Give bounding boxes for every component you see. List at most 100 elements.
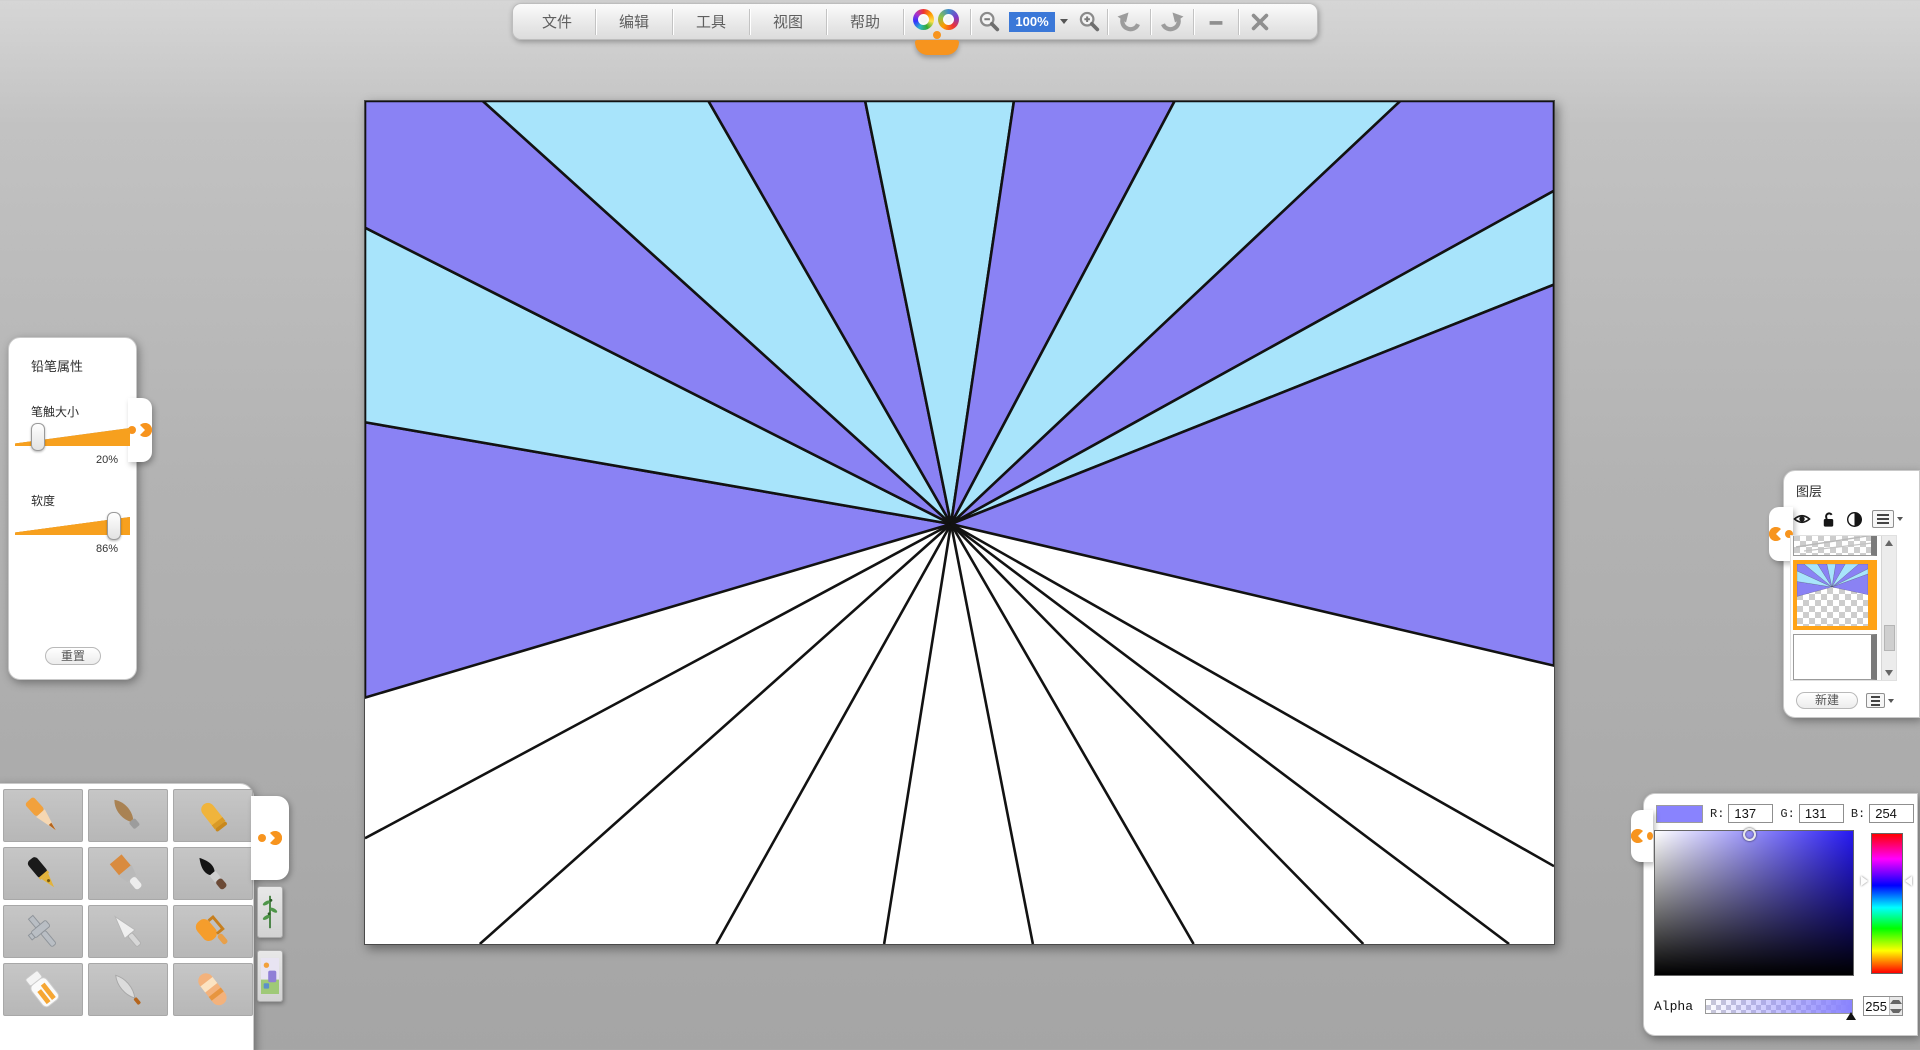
- app-window: { "toolbar": { "menus": ["文件", "编辑", "工具…: [0, 0, 1920, 1050]
- tool-flat-brush[interactable]: [88, 847, 168, 900]
- clown-left-eye-icon: [913, 9, 934, 30]
- layer-thumbnail-background[interactable]: [1793, 634, 1877, 680]
- alpha-marker-icon[interactable]: [1846, 1012, 1856, 1020]
- tool-ink-brush[interactable]: [173, 847, 253, 900]
- zoom-out-button[interactable]: [971, 6, 1007, 38]
- new-layer-button[interactable]: 新建: [1796, 692, 1858, 709]
- alpha-label: Alpha: [1654, 999, 1693, 1014]
- tool-palette-knife[interactable]: [88, 905, 168, 958]
- menu-help[interactable]: 帮助: [827, 7, 903, 37]
- pencil-tool-icon: [20, 793, 66, 839]
- green-input[interactable]: 131: [1799, 804, 1844, 823]
- saturation-value-picker[interactable]: [1654, 830, 1854, 976]
- redo-button[interactable]: [1151, 6, 1193, 38]
- menu-file[interactable]: 文件: [519, 7, 595, 37]
- clown-nose-icon: [933, 31, 941, 39]
- blue-input[interactable]: 254: [1869, 804, 1914, 823]
- minimize-button[interactable]: [1194, 6, 1238, 38]
- scroll-down-icon[interactable]: [1885, 670, 1893, 676]
- brush-tools-panel: [0, 783, 254, 1050]
- alpha-row: Alpha 255: [1644, 999, 1917, 1014]
- drawing-canvas[interactable]: [364, 100, 1555, 945]
- crayon-tool-icon: [190, 793, 236, 839]
- tools-grid: [0, 784, 253, 1016]
- softness-slider[interactable]: [15, 513, 130, 539]
- starburst-artwork: [365, 101, 1554, 944]
- plant-stamp-icon: [261, 891, 279, 933]
- alpha-value[interactable]: 255: [1864, 997, 1889, 1015]
- panel-drag-handle[interactable]: [1631, 810, 1653, 862]
- toolbar-separator: [903, 9, 904, 35]
- fountain-pen-tool-icon: [20, 851, 66, 897]
- tool-fountain-pen[interactable]: [3, 847, 83, 900]
- tool-paint-tube[interactable]: [3, 963, 83, 1016]
- layer-visibility-eye-icon[interactable]: [1793, 510, 1811, 528]
- layer-thumbnail-sketch[interactable]: [1793, 535, 1877, 556]
- chevron-down-icon: [1060, 19, 1068, 24]
- handle-arc-icon: [268, 831, 282, 845]
- layer-art-preview: [1797, 564, 1868, 610]
- tool-airbrush[interactable]: [3, 905, 83, 958]
- hue-marker-right-icon[interactable]: [1905, 876, 1912, 886]
- chevron-down-icon: [1897, 517, 1903, 521]
- tool-brush-tip[interactable]: [88, 789, 168, 842]
- handle-arc-icon: [138, 423, 152, 437]
- layer-lock-icon[interactable]: [1820, 511, 1837, 528]
- zoom-dropdown-button[interactable]: [1057, 12, 1071, 32]
- minimize-icon: [1205, 11, 1227, 33]
- menu-view[interactable]: 视图: [750, 7, 826, 37]
- zoom-level-input[interactable]: 100%: [1009, 12, 1055, 32]
- sv-cursor[interactable]: [1743, 828, 1756, 841]
- layers-bottom-row: 新建: [1784, 692, 1919, 709]
- panel-drag-handle[interactable]: [251, 796, 289, 880]
- slider-handle[interactable]: [31, 423, 45, 451]
- tool-paint-roller[interactable]: [173, 905, 253, 958]
- handle-arc-icon: [1631, 829, 1645, 843]
- reset-button[interactable]: 重置: [45, 647, 101, 665]
- scrollbar-thumb[interactable]: [1884, 625, 1895, 651]
- layer-menu-button[interactable]: [1872, 510, 1903, 528]
- alpha-increment-button[interactable]: [1890, 997, 1902, 1006]
- brush-size-label: 笔触大小: [9, 375, 136, 420]
- close-button[interactable]: [1239, 6, 1281, 38]
- picture-stamp-icon: [261, 957, 279, 995]
- picture-stamp-button[interactable]: [257, 950, 283, 1002]
- plant-stamp-button[interactable]: [257, 886, 283, 938]
- layer-thumbnail-active[interactable]: [1793, 560, 1877, 630]
- eraser-tool-icon: [190, 967, 236, 1013]
- layer-options-button[interactable]: [1866, 693, 1894, 708]
- brush-tip-tool-icon: [105, 793, 151, 839]
- undo-icon: [1116, 9, 1142, 35]
- hue-slider[interactable]: [1871, 833, 1903, 974]
- list-icon: [1866, 693, 1885, 708]
- alpha-decrement-button[interactable]: [1890, 1006, 1902, 1015]
- tool-pencil[interactable]: [3, 789, 83, 842]
- close-icon: [1249, 11, 1271, 33]
- tool-smudge-blade[interactable]: [88, 963, 168, 1016]
- layer-blend-contrast-icon[interactable]: [1846, 511, 1863, 528]
- alpha-slider[interactable]: [1705, 999, 1853, 1014]
- clown-right-eye-icon: [938, 9, 959, 30]
- undo-button[interactable]: [1108, 6, 1150, 38]
- menu-edit[interactable]: 编辑: [596, 7, 672, 37]
- pencil-properties-panel: 铅笔属性 笔触大小 20% 软度 86% 重置: [8, 337, 137, 680]
- current-color-swatch: [1656, 805, 1703, 823]
- menu-tools[interactable]: 工具: [673, 7, 749, 37]
- panel-title: 铅笔属性: [9, 338, 136, 375]
- paint-roller-tool-icon: [190, 909, 236, 955]
- airbrush-tool-icon: [20, 909, 66, 955]
- app-logo-clown[interactable]: [908, 4, 966, 40]
- red-label: R:: [1710, 807, 1724, 821]
- tool-crayon[interactable]: [173, 789, 253, 842]
- hue-marker-left-icon[interactable]: [1861, 876, 1868, 886]
- panel-drag-handle[interactable]: [128, 398, 152, 462]
- layer-list-scrollbar[interactable]: [1881, 536, 1896, 680]
- brush-size-slider[interactable]: [15, 424, 130, 450]
- zoom-in-button[interactable]: [1071, 6, 1107, 38]
- slider-handle[interactable]: [107, 512, 121, 540]
- softness-value: 86%: [9, 543, 136, 555]
- handle-dot-icon: [1647, 832, 1653, 840]
- scroll-up-icon[interactable]: [1885, 540, 1893, 546]
- red-input[interactable]: 137: [1728, 804, 1773, 823]
- tool-eraser[interactable]: [173, 963, 253, 1016]
